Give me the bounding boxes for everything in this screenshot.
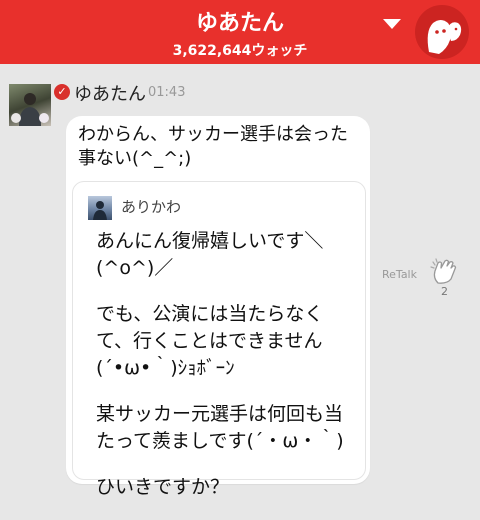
quote-author-avatar bbox=[88, 196, 112, 220]
watch-count: 3,622,644ウォッチ bbox=[172, 43, 308, 59]
clap-count: 2 bbox=[441, 285, 448, 298]
dropdown-arrow-icon[interactable] bbox=[383, 19, 401, 29]
quoted-letter[interactable]: ありかわ あんにん復帰嬉しいです＼(^o^)／ でも、公演には当たらなくて、行く… bbox=[72, 181, 366, 498]
quote-body: あんにん復帰嬉しいです＼(^o^)／ でも、公演には当たらなくて、行くことはでき… bbox=[96, 228, 354, 520]
post-time: 01:43 bbox=[148, 85, 186, 100]
message-text: わからん、サッカー選手は会った事ない(^_^;) bbox=[78, 124, 348, 169]
verified-check-icon: ✓ bbox=[54, 84, 70, 100]
app-header: ゆあたん 3,622,644ウォッチ bbox=[0, 0, 480, 64]
quote-paragraph: でも、公演には当たらなくて、行くことはできません(´•ω•｀)ｼｮﾎﾞｰﾝ bbox=[96, 303, 324, 379]
app-mascot-icon[interactable] bbox=[415, 5, 469, 59]
quote-paragraph: あんにん復帰嬉しいです＼(^o^)／ bbox=[96, 230, 324, 279]
author-avatar[interactable] bbox=[9, 84, 51, 126]
header-title: ゆあたん bbox=[195, 11, 284, 36]
retalk-button[interactable]: ReTalk bbox=[382, 268, 417, 281]
clap-icon[interactable] bbox=[429, 257, 461, 285]
message-bubble: わからん、サッカー選手は会った事ない(^_^;) ありかわ あんにん復帰嬉しいで… bbox=[66, 116, 370, 498]
author-name[interactable]: ゆあたん bbox=[74, 80, 146, 106]
quote-paragraph: 某サッカー元選手は何回も当たって羨ましです(´・ω・｀) bbox=[96, 403, 344, 452]
quote-author-name: ありかわ bbox=[121, 198, 182, 216]
